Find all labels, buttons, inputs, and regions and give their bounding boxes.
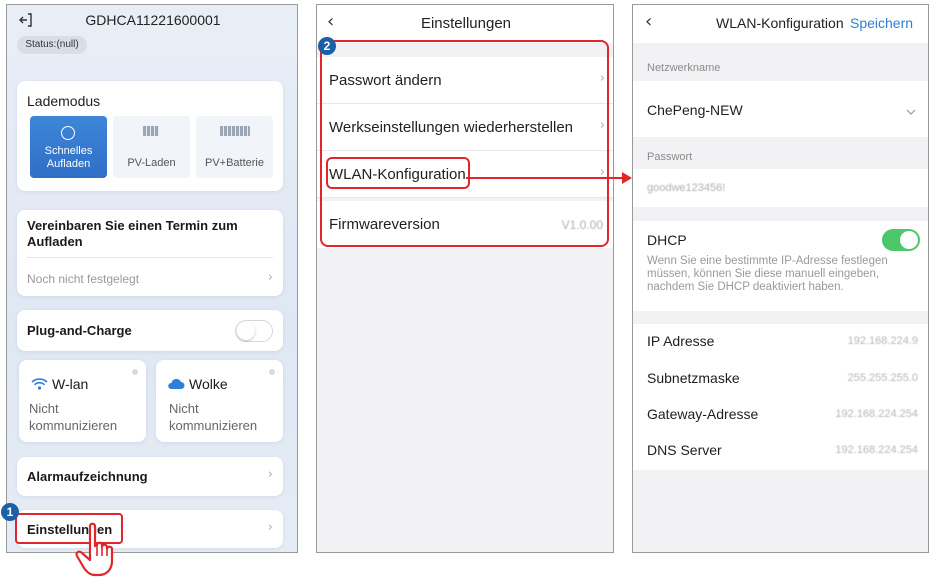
chevron-right-icon: › [267,520,273,535]
status-dot [132,369,138,375]
dns-server-value: 192.168.224.254 [835,444,918,456]
password-field[interactable]: goodwe123456! [633,169,928,207]
settings-title: Einstellungen [420,15,512,32]
appointment-title: Vereinbaren Sie einen Termin zum Auflade… [27,218,238,249]
network-name-select[interactable]: ChePeng-NEW [633,81,928,137]
chevron-right-icon: › [267,467,273,482]
chevron-right-icon: › [267,270,273,285]
mode-fast-charge-label: Schnelles Aufladen [44,145,93,170]
wlan-config-title: WLAN-Konfiguration [716,15,844,31]
save-button[interactable]: Speichern [850,15,913,31]
password-value: goodwe123456! [647,182,726,194]
back-chevron-icon[interactable]: ‹ [645,11,652,32]
nav-bar: ‹ Einstellungen [317,5,613,43]
step-badge-1: 1 [1,503,19,521]
network-name-value: ChePeng-NEW [647,102,743,118]
status-badge: Status:(null) [17,36,87,54]
plug-and-charge-label: Plug-and-Charge [27,323,132,338]
nav-bar: ‹ WLAN-Konfiguration Speichern [633,5,928,43]
mode-pv-charge-button[interactable]: PV-Laden [113,116,190,178]
gateway-value: 192.168.224.254 [835,408,918,420]
mode-fast-charge-button[interactable]: Schnelles Aufladen [30,116,107,178]
wlan-config-panel: ‹ WLAN-Konfiguration Speichern Netzwerkn… [632,4,929,553]
charge-mode-title: Lademodus [27,93,101,109]
alarm-record-label: Alarmaufzeichnung [27,469,148,484]
password-label: Passwort [647,151,693,163]
ip-address-value: 192.168.224.9 [847,335,918,347]
dhcp-hint: Wenn Sie eine bestimmte IP-Adresse festl… [647,255,888,293]
wlan-status-card[interactable]: W-lan Nicht kommunizieren [19,360,146,442]
cloud-status-card[interactable]: Wolke Nicht kommunizieren [156,360,283,442]
plug-and-charge-card: Plug-and-Charge [17,310,283,351]
chevron-down-icon [906,103,916,115]
cloud-title: Wolke [189,376,228,392]
wlan-status-line1: Nicht [29,401,59,416]
ip-settings-list: IP Adresse 192.168.224.9 Subnetzmaske 25… [633,324,928,470]
arrow-to-wlan-config [466,172,632,184]
wifi-icon [31,377,48,390]
subnet-mask-value: 255.255.255.0 [847,372,918,384]
cloud-status-line1: Nicht [169,401,199,416]
ip-address-label: IP Adresse [647,333,715,349]
dhcp-toggle[interactable] [882,229,920,251]
solar-panel-icon [143,126,159,136]
gateway-label: Gateway-Adresse [647,406,759,422]
network-name-label: Netzwerkname [647,62,721,74]
device-home-panel: GDHCA11221600001 Status:(null) Lademodus… [6,4,298,553]
wlan-status-line2: kommunizieren [29,418,118,433]
plug-icon [61,126,75,140]
appointment-value: Noch nicht festgelegt [27,272,140,286]
subnet-mask-label: Subnetzmaske [647,370,740,386]
divider [27,257,273,258]
status-dot [269,369,275,375]
wlan-config-highlight-box [326,157,470,189]
dhcp-label: DHCP [647,232,687,248]
plug-and-charge-toggle[interactable] [235,320,273,342]
appointment-card[interactable]: Vereinbaren Sie einen Termin zum Auflade… [17,210,283,296]
cloud-status-line2: kommunizieren [169,418,258,433]
dhcp-row: DHCP Wenn Sie eine bestimmte IP-Adresse … [633,221,928,311]
cloud-icon [167,377,185,389]
mode-pv-battery-button[interactable]: PV+Batterie [196,116,273,178]
wlan-title: W-lan [52,376,89,392]
charge-mode-card: Lademodus Schnelles Aufladen PV-Laden PV… [17,81,283,191]
alarm-record-item[interactable]: Alarmaufzeichnung › [17,457,283,496]
mode-pv-charge-label: PV-Laden [127,157,176,169]
tap-hand-icon [72,522,122,578]
solar-battery-icon [220,126,250,136]
dns-server-label: DNS Server [647,442,722,458]
device-serial-title: GDHCA11221600001 [85,12,221,28]
mode-pv-battery-label: PV+Batterie [204,157,264,169]
step-badge-2: 2 [318,37,336,55]
settings-list-highlight-box [320,40,609,247]
